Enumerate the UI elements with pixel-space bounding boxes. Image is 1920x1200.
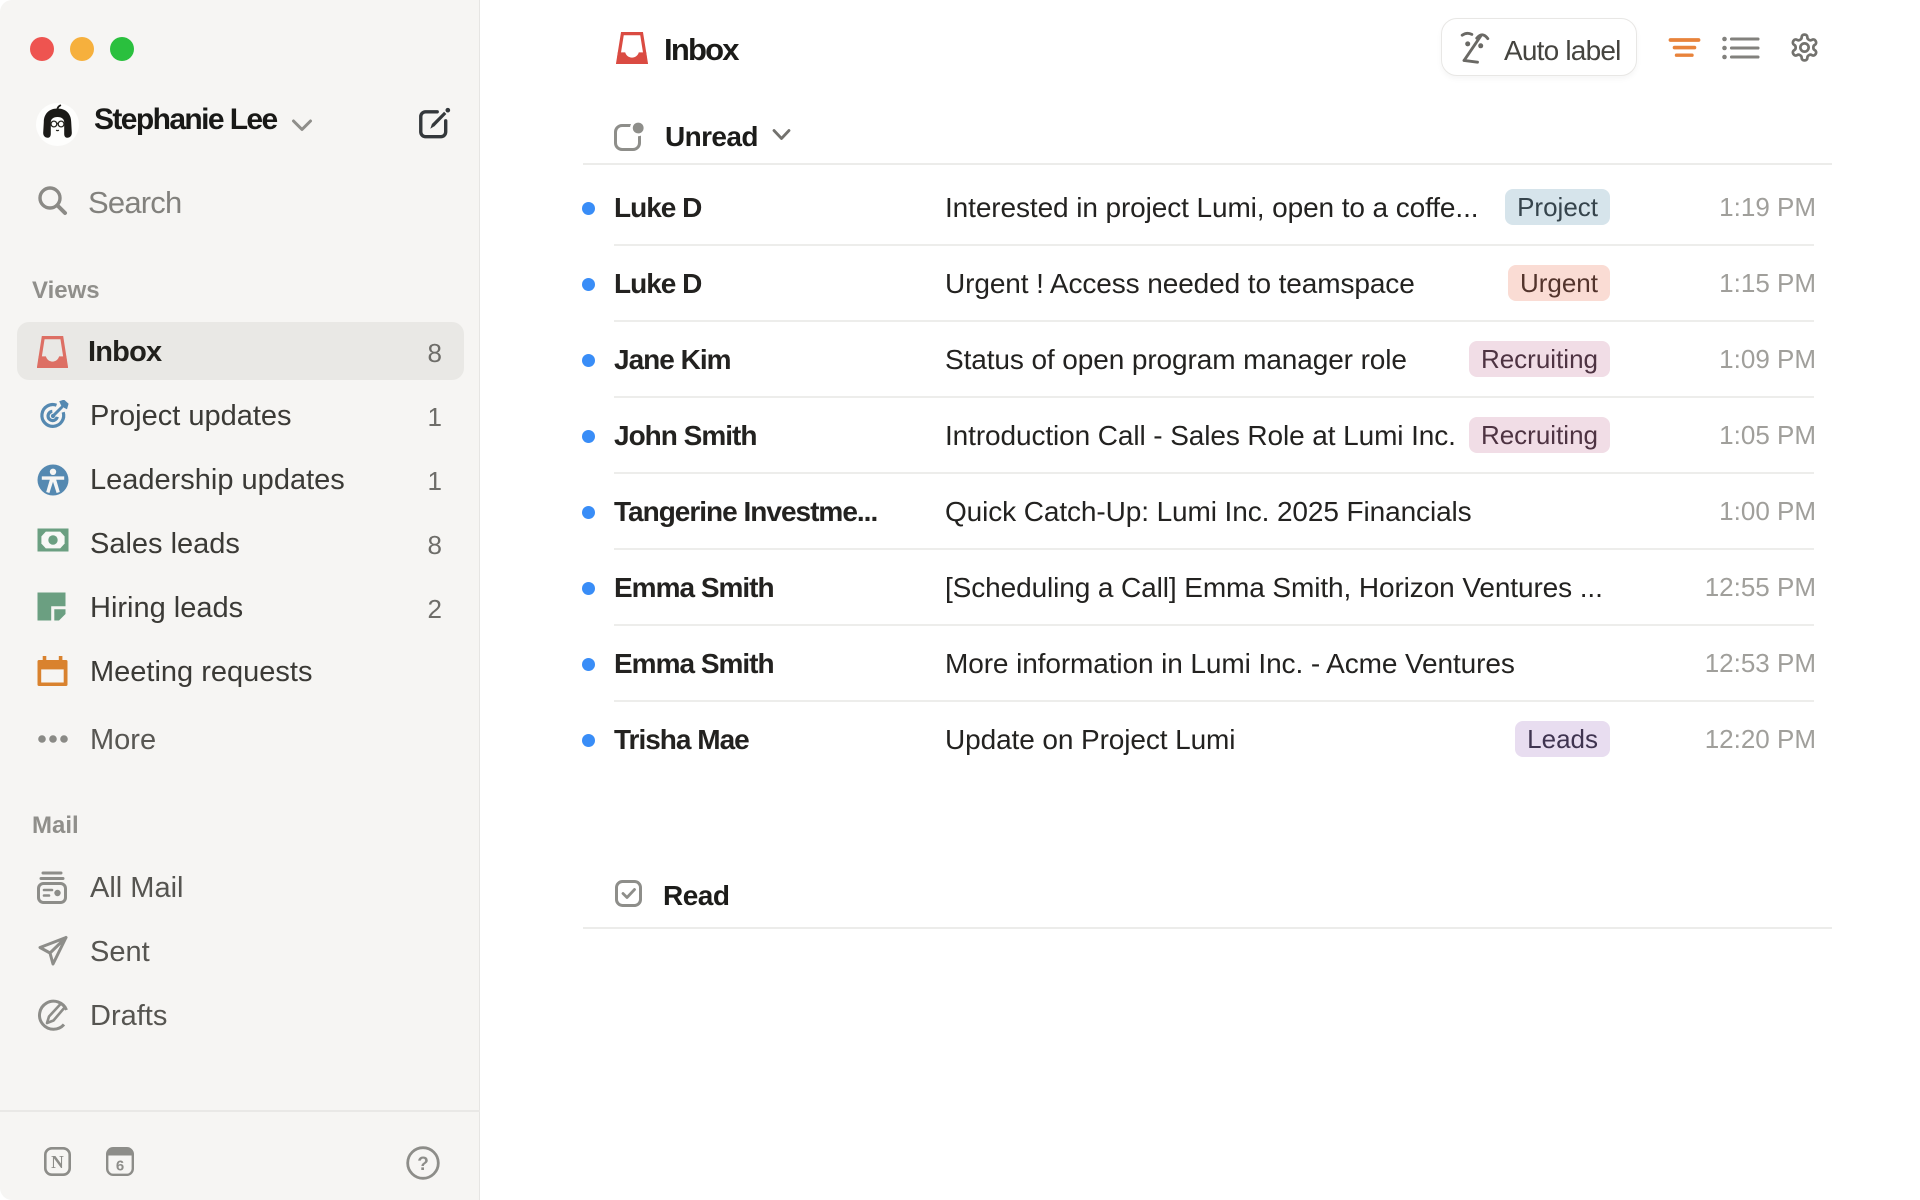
- svg-text:6: 6: [116, 1158, 124, 1175]
- svg-text:?: ?: [417, 1154, 429, 1175]
- svg-text:N: N: [51, 1152, 64, 1172]
